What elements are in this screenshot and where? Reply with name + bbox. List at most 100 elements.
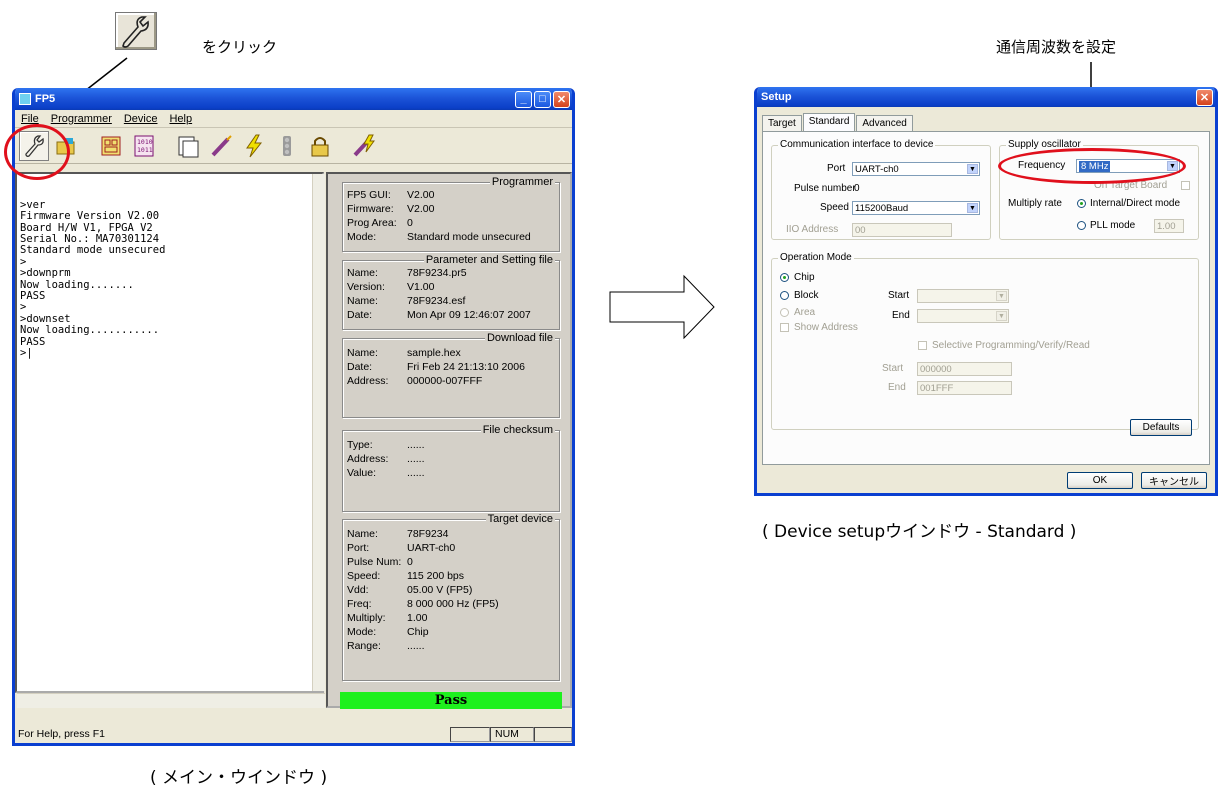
menu-file[interactable]: File <box>21 113 39 125</box>
lock-icon <box>311 136 329 156</box>
pulse-value: 0 <box>854 183 860 194</box>
internal-mode-radio[interactable] <box>1077 199 1086 208</box>
param-file-group: Parameter and Setting file Name: 78F9234.… <box>342 254 560 330</box>
info-panel: Programmer FP5 GUI: V2.00 Firmware: V2.00 Pr… <box>326 172 572 708</box>
wrench-callout-icon <box>115 12 157 50</box>
terminal-line: >| <box>20 347 33 360</box>
terminal-line: PASS <box>20 335 46 348</box>
info-key: Name: <box>347 528 378 540</box>
info-value: V2.00 <box>407 189 435 201</box>
checksum-button[interactable] <box>305 131 335 161</box>
probe-icon <box>211 134 232 156</box>
maximize-button[interactable]: □ <box>534 90 551 108</box>
close-button[interactable]: ✕ <box>553 90 570 108</box>
info-value: Standard mode unsecured <box>407 231 531 243</box>
info-value: 0 <box>407 217 413 229</box>
info-key: Value: <box>347 467 376 479</box>
chevron-down-icon: ▼ <box>967 164 978 174</box>
chip-label: Chip <box>794 272 815 283</box>
menu-help[interactable]: Help <box>169 113 192 125</box>
terminal-vertical-scrollbar[interactable] <box>312 174 325 691</box>
info-value: 000000-007FFF <box>407 375 483 387</box>
param-file-group-title: Parameter and Setting file <box>423 254 555 266</box>
area-label: Area <box>794 307 816 318</box>
security-button[interactable] <box>272 131 302 161</box>
target-device-group: Target device Name: 78F9234 Port: UART-ch0 P… <box>342 513 560 681</box>
selective-checkbox[interactable] <box>918 341 927 350</box>
probe-lightning-icon <box>353 134 375 156</box>
info-value: Fri Feb 24 21:13:10 2006 <box>407 361 525 373</box>
setup-titlebar[interactable]: Setup ✕ <box>757 87 1215 107</box>
download-file-group: Download file Name: sample.hex Date: Fri Fe… <box>342 332 560 418</box>
chevron-down-icon: ▼ <box>996 311 1007 321</box>
erase-button[interactable] <box>173 131 203 161</box>
lightning-icon <box>246 134 263 157</box>
info-value: Chip <box>407 626 429 638</box>
tab-standard[interactable]: Standard <box>802 113 856 131</box>
window-title: FP5 <box>35 93 56 105</box>
speed-label: Speed <box>820 202 849 213</box>
page-icon <box>178 136 199 157</box>
operation-mode-group: Operation Mode Chip Block Area Show Addr… <box>771 252 1199 436</box>
block-label: Block <box>794 290 819 301</box>
speed-select[interactable]: 115200Baud ▼ <box>852 201 980 215</box>
end-label: End <box>892 310 910 321</box>
target-device-group-title: Target device <box>485 513 555 525</box>
comm-interface-group: Communication interface to device Port U… <box>771 139 991 240</box>
pll-mode-radio[interactable] <box>1077 221 1086 230</box>
setup-close-button[interactable]: ✕ <box>1196 88 1213 106</box>
port-select[interactable]: UART-ch0 ▼ <box>852 162 980 176</box>
cancel-button[interactable]: キャンセル <box>1141 472 1207 489</box>
on-target-checkbox[interactable] <box>1181 181 1190 190</box>
blank-check-button[interactable] <box>96 131 126 161</box>
end-select[interactable]: ▼ <box>917 309 1009 323</box>
menu-programmer[interactable]: Programmer <box>51 113 112 125</box>
port-label: Port <box>827 163 846 174</box>
pll-mode-input[interactable]: 1.00 <box>1154 219 1184 233</box>
statusbar: For Help, press F1 NUM <box>15 724 572 743</box>
defaults-button[interactable]: Defaults <box>1130 419 1192 436</box>
chip-radio[interactable] <box>780 273 789 282</box>
info-key: Prog Area: <box>347 217 397 229</box>
block-radio[interactable] <box>780 291 789 300</box>
show-address-checkbox[interactable] <box>780 323 789 332</box>
ok-button[interactable]: OK <box>1067 472 1133 489</box>
minimize-button[interactable]: _ <box>515 90 532 108</box>
terminal-horizontal-scrollbar[interactable] <box>17 693 325 708</box>
info-key: Name: <box>347 295 378 307</box>
status-empty-cell <box>450 726 490 742</box>
start-select[interactable]: ▼ <box>917 289 1009 303</box>
start2-input[interactable]: 000000 <box>917 362 1012 376</box>
menu-device[interactable]: Device <box>124 113 158 125</box>
info-key: Version: <box>347 281 385 293</box>
program-button[interactable] <box>206 131 236 161</box>
iio-address-input[interactable]: 00 <box>852 223 952 237</box>
autoprocedure-button[interactable] <box>349 131 379 161</box>
area-radio[interactable] <box>780 308 789 317</box>
binary-button[interactable]: 1010 1011 <box>129 131 159 161</box>
download-file-group-title: Download file <box>484 332 555 344</box>
terminal-output[interactable]: >ver Firmware Version V2.00 Board H/W V1, … <box>15 172 324 693</box>
info-key: Firmware: <box>347 203 394 215</box>
binary-icon: 10101011 <box>134 135 154 156</box>
svg-text:1011: 1011 <box>137 146 153 154</box>
info-key: Multiply: <box>347 612 386 624</box>
info-value: V2.00 <box>407 203 435 215</box>
status-cell-right <box>534 726 572 742</box>
info-key: Type: <box>347 439 373 451</box>
highlight-ellipse-frequency <box>998 148 1186 184</box>
main-titlebar[interactable]: FP5 _ □ ✕ <box>15 88 572 110</box>
info-value: 78F9234.esf <box>407 295 466 307</box>
end2-label: End <box>888 382 906 393</box>
info-key: Name: <box>347 267 378 279</box>
setup-title: Setup <box>761 91 792 103</box>
info-key: Speed: <box>347 570 381 582</box>
info-key: Date: <box>347 309 373 321</box>
verify-button[interactable] <box>239 131 269 161</box>
terminal-lines: >ver Firmware Version V2.00 Board H/W V1, … <box>20 199 319 360</box>
frequency-instruction: 通信周波数を設定 <box>996 38 1117 56</box>
file-checksum-group: File checksum Type:...... Address:...... V… <box>342 424 560 512</box>
info-value: 0 <box>407 556 413 568</box>
click-instruction: をクリック <box>202 38 278 56</box>
end2-input[interactable]: 001FFF <box>917 381 1012 395</box>
